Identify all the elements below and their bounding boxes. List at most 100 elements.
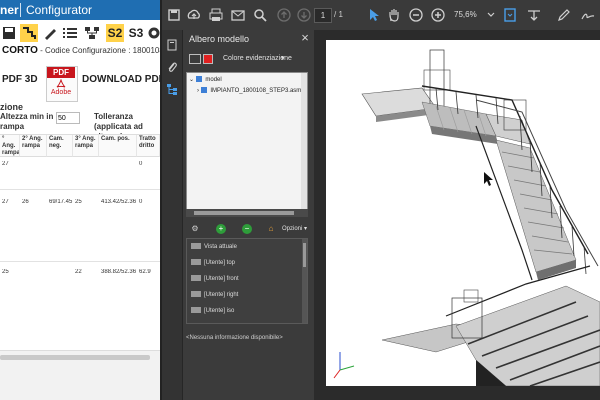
comment-icon[interactable] (556, 7, 572, 23)
pdf-icon[interactable]: PDF Adobe (46, 66, 78, 102)
config-type: CORTO (2, 45, 38, 56)
fit-page-icon[interactable] (502, 7, 518, 23)
next-page-icon[interactable] (296, 7, 312, 23)
ramp-table: ° Ang. rampa 2° Ang. rampa Cam. neg. 3° … (0, 134, 160, 345)
zoom-level-dropdown[interactable]: 75,6% (454, 8, 488, 21)
section-title: zione (0, 102, 24, 112)
download-pdf-3d-link[interactable]: PDF 3D (2, 74, 38, 85)
save-icon[interactable] (2, 24, 16, 42)
stair-tool-icon[interactable] (20, 24, 38, 42)
edit-icon[interactable] (42, 24, 58, 42)
options-menu[interactable]: Opzioni ▾ (282, 224, 307, 234)
zoom-out-icon[interactable] (408, 7, 424, 23)
page-number-input[interactable]: 1 (314, 8, 332, 23)
print-icon[interactable] (208, 7, 224, 23)
pdf-viewer: 1 / 1 75,6% Albero modello × Colore evid… (162, 0, 600, 400)
scrollbar-thumb[interactable] (303, 243, 306, 267)
expand-icon[interactable]: ⌄ (189, 77, 194, 83)
close-icon[interactable]: × (298, 31, 312, 45)
table-cell: 62.9 (139, 269, 151, 275)
list-view-icon[interactable] (189, 54, 201, 64)
view-item[interactable]: [Utente] right (191, 291, 238, 300)
table-cell: 25 (2, 269, 9, 275)
tree-scrollbar[interactable] (301, 73, 307, 209)
tree-node-assembly[interactable]: › IMPIANTO_1800108_STEP3.asm (197, 86, 301, 96)
lift-seat (463, 289, 479, 303)
axis-triad (333, 352, 355, 379)
prev-page-icon[interactable] (276, 7, 292, 23)
email-icon[interactable] (230, 7, 246, 23)
s2-button[interactable]: S2 (106, 24, 124, 42)
horizontal-scrollbar[interactable] (0, 350, 160, 400)
view-item[interactable]: [Utente] top (191, 259, 235, 268)
col-header-cam-neg: Cam. neg. (47, 135, 73, 157)
settings-icon[interactable] (148, 24, 160, 42)
model-tree-panel: Albero modello × Colore evidenziazione ▾… (183, 30, 314, 400)
hand-tool-icon[interactable] (386, 7, 402, 23)
scrollbar-thumb[interactable] (0, 355, 150, 360)
checkbox-icon[interactable] (200, 87, 207, 94)
view-icon (191, 291, 201, 298)
header-divider (20, 3, 21, 17)
3d-model-canvas[interactable] (326, 40, 600, 386)
view-item[interactable]: [Utente] iso (191, 307, 234, 316)
edit-view-icon[interactable]: − (242, 224, 252, 234)
upload-icon[interactable] (186, 7, 202, 23)
save-icon[interactable] (166, 7, 182, 23)
highlight-color-swatch[interactable] (203, 54, 213, 64)
viewer-toolbar: 1 / 1 75,6% (162, 0, 600, 31)
viewer-side-rail (162, 30, 183, 400)
chevron-down-icon[interactable]: ▾ (281, 52, 285, 66)
table-cell: 69/17.45 (49, 199, 73, 205)
tree-node-label: IMPIANTO_1800108_STEP3.asm (210, 88, 302, 94)
parameters-row: Altezza min in rampa Tolleranza (applica… (0, 112, 160, 141)
info-text: <Nessuna informazione disponibile> (186, 335, 283, 341)
col-header-ang1: ° Ang. rampa (0, 135, 20, 157)
scroll-mode-icon[interactable] (526, 7, 542, 23)
view-label: [Utente] top (204, 260, 236, 266)
zoom-in-icon[interactable] (430, 7, 446, 23)
expand-icon[interactable]: › (197, 88, 199, 94)
canvas-bottom-margin (326, 386, 600, 400)
col-header-cam-pos: Cam. pos. (99, 135, 137, 157)
highlight-color-row: Colore evidenziazione ▾ (189, 52, 309, 66)
min-height-label: Altezza min in rampa (0, 112, 54, 131)
hierarchy-icon[interactable] (84, 24, 100, 42)
chevron-down-icon[interactable] (486, 7, 496, 23)
views-scrollbar[interactable] (302, 239, 307, 323)
search-icon[interactable] (252, 7, 268, 23)
add-view-icon[interactable]: + (216, 224, 226, 234)
configurator-header: ner Configurator (0, 0, 160, 20)
camera-icon[interactable]: ⚙ (190, 224, 200, 234)
adobe-label: Adobe (50, 89, 72, 96)
table-cell: 22 (75, 269, 82, 275)
checkbox-icon[interactable] (195, 76, 202, 83)
view-item[interactable]: [Utente] front (191, 275, 239, 284)
attachment-icon[interactable] (165, 60, 179, 74)
stair-flight-upper (421, 101, 498, 144)
scrollbar-thumb[interactable] (194, 211, 294, 215)
table-cell: 25 (75, 199, 82, 205)
view-icon (191, 259, 201, 266)
table-cell: 413.42/52.36 (101, 199, 137, 205)
options-label: Opzioni (282, 226, 303, 232)
tree-horizontal-scrollbar[interactable] (186, 209, 308, 217)
list-icon[interactable] (62, 24, 78, 42)
select-cursor-icon[interactable] (366, 7, 382, 23)
model-tree-icon[interactable] (165, 82, 179, 96)
download-bar: PDF 3D PDF Adobe DOWNLOAD PDF 2 (0, 66, 160, 102)
panel-splitter[interactable] (314, 30, 326, 400)
view-label: [Utente] iso (204, 308, 235, 314)
download-pdf-2d-link[interactable]: DOWNLOAD PDF 2 (82, 74, 160, 85)
col-header-ang2: 2° Ang. rampa (20, 135, 47, 157)
view-label: [Utente] front (204, 276, 239, 282)
tree-node-root[interactable]: ⌄ model (189, 75, 222, 85)
view-item[interactable]: Vista attuale (191, 243, 237, 252)
min-height-input[interactable] (56, 112, 80, 124)
sign-icon[interactable] (580, 7, 596, 23)
s3-button[interactable]: S3 (127, 24, 145, 42)
pages-icon[interactable] (165, 38, 179, 52)
home-view-icon[interactable]: ⌂ (266, 224, 276, 234)
table-cell: 388.82/52.36 (101, 269, 137, 275)
col-header-straight: Tratto dritto (137, 135, 160, 157)
